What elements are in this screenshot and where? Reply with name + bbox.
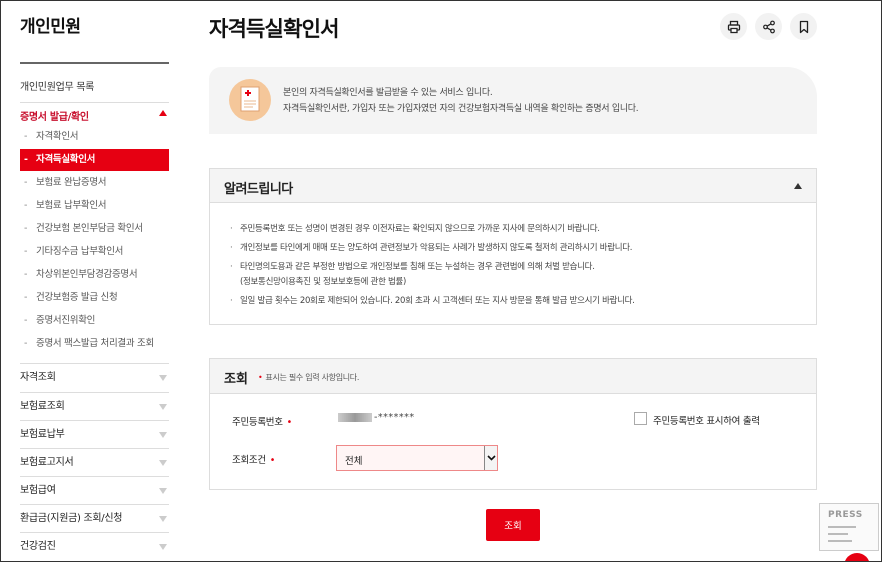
sidebar: 개인민원 개인민원업무 목록 증명서 발급/확인 자격확인서 자격득실확인서 보… <box>20 1 169 561</box>
press-decor-line <box>828 540 852 542</box>
sidebar-sub-item[interactable]: 보험료 납부확인서 <box>20 195 169 217</box>
notice-line: · 주민등록번호 또는 성명이 변경된 경우 이전자료는 확인되지 않으므로 가까… <box>230 224 600 234</box>
bookmark-icon <box>799 20 808 33</box>
chevron-down-icon <box>159 488 167 494</box>
query-form: 조회 • 표시는 필수 입력 사항입니다. 주민등록번호 • -******* 주민… <box>209 358 817 490</box>
sidebar-category-label: 보험료고지서 <box>20 457 74 468</box>
sidebar-category[interactable]: 보험료납부 <box>20 420 169 448</box>
print-button[interactable] <box>720 13 747 40</box>
share-button[interactable] <box>755 13 782 40</box>
chevron-down-icon <box>159 460 167 466</box>
sidebar-category-label: 보험료조회 <box>20 401 65 412</box>
notice-line: · 타인명의도용과 같은 부정한 방법으로 개인정보를 침해 또는 누설하는 경우… <box>230 262 595 272</box>
sidebar-category-label: 환급금(지원금) 조회/신청 <box>20 513 123 524</box>
chevron-down-icon <box>159 516 167 522</box>
press-decor-line <box>828 526 856 528</box>
notice-title: 알려드립니다 <box>224 182 293 197</box>
show-rrn-checkbox[interactable] <box>634 412 647 425</box>
chevron-up-icon <box>159 110 167 116</box>
bookmark-button[interactable] <box>790 13 817 40</box>
press-label: PRESS <box>828 510 863 520</box>
printer-icon <box>727 20 740 33</box>
chevron-down-icon <box>159 404 167 410</box>
rrn-value: -******* <box>338 412 415 423</box>
chevron-down-icon <box>159 432 167 438</box>
sidebar-sub-item[interactable]: 건강보험증 발급 신청 <box>20 287 169 309</box>
sidebar-sub-item[interactable]: 자격확인서 <box>20 126 169 148</box>
press-decor-line <box>828 533 848 535</box>
required-note: • 표시는 필수 입력 사항입니다. <box>258 373 360 382</box>
notice-line-continuation: (정보통신망이용촉진 및 정보보호등에 관한 법률) <box>240 277 407 287</box>
sidebar-sub-item[interactable]: 차상위본인부담경감증명서 <box>20 264 169 286</box>
chevron-down-icon <box>159 375 167 381</box>
info-line: 본인의 자격득실확인서를 발급받을 수 있는 서비스 입니다. <box>283 88 493 98</box>
sidebar-sub-item-active[interactable]: 자격득실확인서 <box>20 149 169 171</box>
sidebar-category[interactable]: 보험급여 <box>20 476 169 504</box>
sidebar-category-label: 건강검진 <box>20 541 56 552</box>
chevron-down-icon <box>159 544 167 550</box>
masked-digits <box>338 413 372 422</box>
sidebar-sub-item[interactable]: 증명서 팩스발급 처리결과 조회 <box>20 333 169 355</box>
condition-label: 조회조건 • <box>232 455 276 466</box>
service-info-box: 본인의 자격득실확인서를 발급받을 수 있는 서비스 입니다. 자격득실확인서란… <box>209 67 817 134</box>
sidebar-section-certificates[interactable]: 증명서 발급/확인 <box>20 102 169 124</box>
notice-panel: 알려드립니다 · 주민등록번호 또는 성명이 변경된 경우 이전자료는 확인되지 … <box>209 168 817 325</box>
sidebar-item-list[interactable]: 개인민원업무 목록 <box>20 78 169 93</box>
query-header: 조회 • 표시는 필수 입력 사항입니다. <box>210 359 816 394</box>
chevron-down-icon[interactable] <box>484 446 497 470</box>
certificate-icon <box>229 79 271 121</box>
page-title: 자격득실확인서 <box>209 17 339 41</box>
condition-select[interactable]: 전체 <box>336 445 498 471</box>
sidebar-title: 개인민원 <box>20 17 81 37</box>
notice-line: · 개인정보를 타인에게 매매 또는 양도하여 관련정보가 악용되는 사례가 발생… <box>230 243 633 253</box>
sidebar-category[interactable]: 보험료조회 <box>20 392 169 420</box>
share-icon <box>762 20 775 33</box>
sidebar-category[interactable]: 환급금(지원금) 조회/신청 <box>20 504 169 532</box>
sidebar-category[interactable]: 보험료고지서 <box>20 448 169 476</box>
info-line: 자격득실확인서란, 가입자 또는 가입자였던 자의 건강보험자격득실 내역을 확… <box>283 104 639 114</box>
condition-select-value: 전체 <box>345 456 363 467</box>
sidebar-category-label: 자격조회 <box>20 372 56 383</box>
sidebar-category-label: 보험급여 <box>20 485 56 496</box>
notice-line: · 일일 발급 횟수는 20회로 제한되어 있습니다. 20회 초과 시 고객센터… <box>230 296 635 306</box>
search-button[interactable]: 조회 <box>486 509 540 541</box>
chevron-up-icon[interactable] <box>794 183 802 189</box>
rrn-label: 주민등록번호 • <box>232 417 292 428</box>
sidebar-divider <box>20 62 169 64</box>
page-frame: 개인민원 개인민원업무 목록 증명서 발급/확인 자격확인서 자격득실확인서 보… <box>0 0 882 562</box>
notice-header[interactable]: 알려드립니다 <box>210 169 816 203</box>
sidebar-category-label: 보험료납부 <box>20 429 65 440</box>
floating-action-button[interactable] <box>844 553 870 561</box>
sidebar-sub-item[interactable]: 건강보험 본인부담금 확인서 <box>20 218 169 240</box>
query-title: 조회 <box>224 372 248 387</box>
press-badge[interactable]: PRESS <box>819 503 879 551</box>
sidebar-sub-item[interactable]: 보험료 완납증명서 <box>20 172 169 194</box>
sidebar-sub-item[interactable]: 기타징수금 납부확인서 <box>20 241 169 263</box>
show-rrn-label[interactable]: 주민등록번호 표시하여 출력 <box>653 413 760 427</box>
sidebar-section-label: 증명서 발급/확인 <box>20 112 89 123</box>
sidebar-category[interactable]: 건강검진 <box>20 532 169 560</box>
sidebar-category[interactable]: 자격조회 <box>20 363 169 391</box>
sidebar-sub-item[interactable]: 증명서진위확인 <box>20 310 169 332</box>
